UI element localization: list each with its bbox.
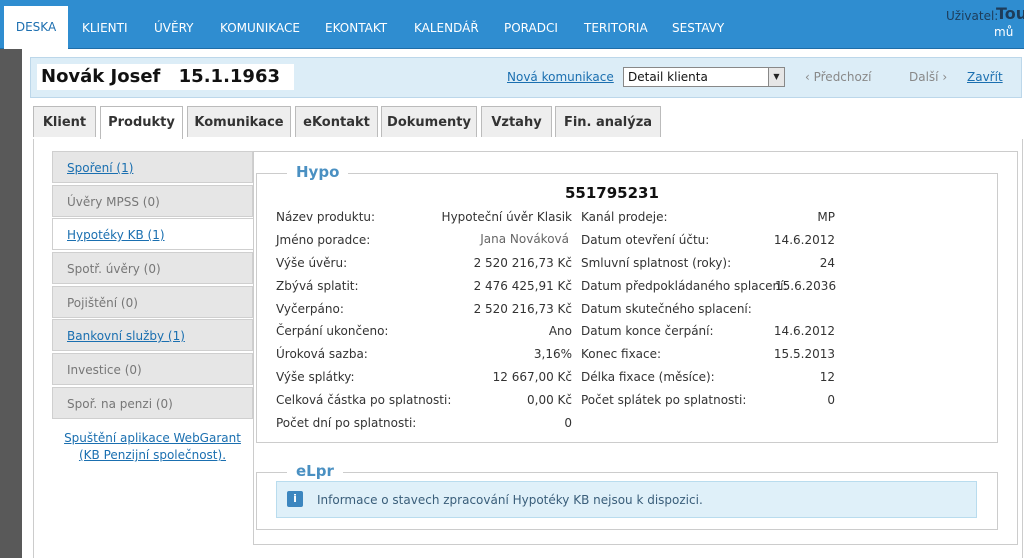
tab-bar: Klient Produkty Komunikace eKontakt Doku… <box>33 106 1023 139</box>
top-navigation: DESKA KLIENTI ÚVĚRY KOMUNIKACE EKONTAKT … <box>0 0 1024 49</box>
view-select[interactable]: Detail klienta ▼ <box>623 67 785 87</box>
label-smluvni-splatnost: Smluvní splatnost (roky): <box>581 256 732 270</box>
label-konec-fixace: Konec fixace: <box>581 347 662 361</box>
value-jmeno-poradce: Jana Nováková <box>480 232 569 246</box>
tab-vztahy[interactable]: Vztahy <box>481 106 552 137</box>
value-kanal-prodeje: MP <box>817 210 835 224</box>
label-zbyva-splatit: Zbývá splatit: <box>276 279 359 293</box>
tab-fin-analyza[interactable]: Fin. analýza <box>555 106 661 137</box>
nav-sestavy[interactable]: SESTAVY <box>672 8 724 49</box>
chevron-down-icon[interactable]: ▼ <box>768 68 784 86</box>
menu-spor-na-penzi[interactable]: Spoř. na penzi (0) <box>52 387 253 419</box>
tab-produkty[interactable]: Produkty <box>100 106 183 139</box>
label-celkova-castka: Celková částka po splatnosti: <box>276 393 452 407</box>
nav-teritoria[interactable]: TERITORIA <box>584 8 648 49</box>
tab-dokumenty[interactable]: Dokumenty <box>381 106 477 137</box>
value-vycerpano: 2 520 216,73 Kč <box>473 302 572 316</box>
label-vycerpano: Vyčerpáno: <box>276 302 344 316</box>
label-pocet-dni: Počet dní po splatnosti: <box>276 416 417 430</box>
label-datum-predpokladaneho: Datum předpokládaného splacení: <box>581 279 788 293</box>
nav-komunikace[interactable]: KOMUNIKACE <box>220 8 300 49</box>
value-delka-fixace: 12 <box>819 370 835 384</box>
value-cerpani-ukonceno: Ano <box>548 324 572 338</box>
value-pocet-splatek: 0 <box>827 393 835 407</box>
label-delka-fixace: Délka fixace (měsíce): <box>581 370 715 384</box>
webgarant-link[interactable]: Spuštění aplikace WebGarant (KB Penzijní… <box>52 430 253 464</box>
nav-poradci[interactable]: PORADCI <box>504 8 558 49</box>
prev-link[interactable]: ‹ Předchozí <box>805 70 872 84</box>
label-datum-konce-cerpani: Datum konce čerpání: <box>581 324 714 338</box>
label-datum-otevreni: Datum otevření účtu: <box>581 233 710 247</box>
client-title: Novák Josef 15.1.1963 <box>37 64 295 90</box>
info-message-box: i Informace o stavech zpracování Hypoték… <box>276 481 977 518</box>
user-sub: mů <box>994 25 1014 39</box>
view-select-value: Detail klienta <box>628 70 708 84</box>
value-datum-predpokladaneho: 15.6.2036 <box>775 279 837 293</box>
webgarant-link-line1: Spuštění aplikace WebGarant <box>64 431 241 445</box>
menu-bankovni-sluzby[interactable]: Bankovní služby (1) <box>52 319 253 351</box>
tab-ekontakt[interactable]: eKontakt <box>295 106 378 137</box>
next-link[interactable]: Další › <box>909 70 947 84</box>
nav-ekontakt[interactable]: EKONTAKT <box>325 8 387 49</box>
nav-uvery[interactable]: ÚVĚRY <box>154 8 193 49</box>
label-nazev-produktu: Název produktu: <box>276 210 376 224</box>
menu-uvery-mpss[interactable]: Úvěry MPSS (0) <box>52 185 253 217</box>
value-pocet-dni: 0 <box>564 416 572 430</box>
label-vyse-splatky: Výše splátky: <box>276 370 355 384</box>
user-name[interactable]: Tou <box>996 4 1024 23</box>
info-message: Informace o stavech zpracování Hypotéky … <box>317 493 703 507</box>
label-datum-skutecneho: Datum skutečného splacení: <box>581 302 752 316</box>
nav-deska[interactable]: DESKA <box>4 6 68 49</box>
value-nazev-produktu: Hypoteční úvěr Klasik <box>441 210 572 224</box>
value-datum-konce-cerpani: 14.6.2012 <box>773 324 835 338</box>
account-number: 551795231 <box>565 184 659 202</box>
elpr-title: eLpr <box>287 462 343 480</box>
value-vyse-splatky: 12 667,00 Kč <box>492 370 572 384</box>
value-zbyva-splatit: 2 476 425,91 Kč <box>473 279 572 293</box>
new-communication-link[interactable]: Nová komunikace <box>507 70 614 84</box>
value-smluvni-splatnost: 24 <box>819 256 835 270</box>
menu-pojisteni[interactable]: Pojištění (0) <box>52 286 253 318</box>
tab-klient[interactable]: Klient <box>33 106 96 137</box>
menu-sporeni[interactable]: Spoření (1) <box>52 151 253 183</box>
info-icon: i <box>287 491 303 507</box>
nav-kalendar[interactable]: KALENDÁŘ <box>414 8 479 49</box>
menu-spotr-uvery[interactable]: Spotř. úvěry (0) <box>52 252 253 284</box>
value-konec-fixace: 15.5.2013 <box>773 347 835 361</box>
value-datum-otevreni: 14.6.2012 <box>773 233 835 247</box>
left-strip <box>0 49 22 558</box>
label-urokova-sazba: Úroková sazba: <box>276 347 368 361</box>
value-celkova-castka: 0,00 Kč <box>527 393 572 407</box>
label-jmeno-poradce: Jméno poradce: <box>276 233 371 247</box>
webgarant-link-line2: (KB Penzijní společnost). <box>78 448 227 462</box>
client-birth-date: 15.1.1963 <box>178 66 281 87</box>
value-urokova-sazba: 3,16% <box>533 347 572 361</box>
label-kanal-prodeje: Kanál prodeje: <box>581 210 668 224</box>
close-link[interactable]: Zavřít <box>967 70 1003 84</box>
tab-komunikace[interactable]: Komunikace <box>187 106 291 137</box>
user-label: Uživatel: <box>946 9 999 23</box>
client-name: Novák Josef <box>41 66 161 87</box>
menu-hypoteky-kb[interactable]: Hypotéky KB (1) <box>52 218 253 250</box>
client-header: Novák Josef 15.1.1963 Nová komunikace De… <box>30 57 1022 98</box>
hypo-title: Hypo <box>287 163 349 181</box>
label-vyse-uveru: Výše úvěru: <box>276 256 348 270</box>
value-vyse-uveru: 2 520 216,73 Kč <box>473 256 572 270</box>
nav-klienti[interactable]: KLIENTI <box>82 8 128 49</box>
label-pocet-splatek: Počet splátek po splatnosti: <box>581 393 747 407</box>
menu-investice[interactable]: Investice (0) <box>52 353 253 385</box>
label-cerpani-ukonceno: Čerpání ukončeno: <box>276 324 389 338</box>
